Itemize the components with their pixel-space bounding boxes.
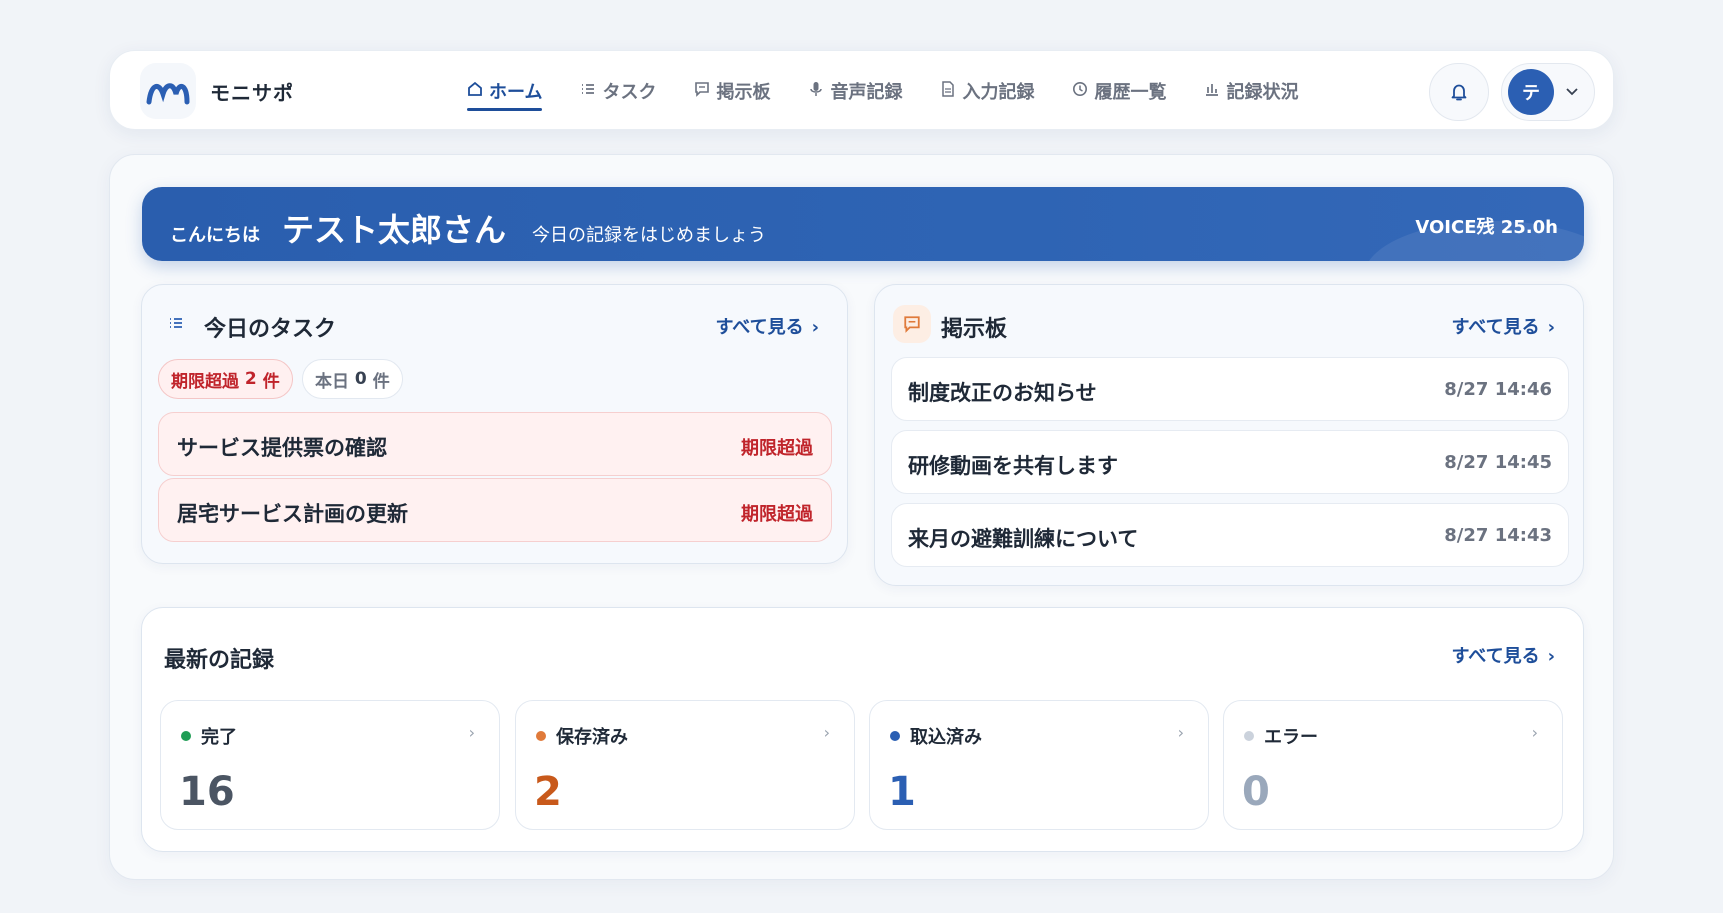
stat-label: エラー xyxy=(1264,727,1318,748)
stat-value: 16 xyxy=(179,769,235,815)
chevron-right-icon: › xyxy=(1547,646,1555,667)
task-status: 期限超過 xyxy=(741,504,813,525)
status-dot xyxy=(536,731,546,741)
nav-item-label: 音声記録 xyxy=(830,82,903,103)
task-title: 居宅サービス計画の更新 xyxy=(177,502,408,526)
card-title: 最新の記録 xyxy=(164,648,275,673)
badge-unit: 件 xyxy=(262,371,280,392)
notifications-button[interactable] xyxy=(1429,63,1489,121)
stat-card-imported[interactable]: 取込済み › 1 xyxy=(869,700,1209,830)
mic-icon xyxy=(808,81,824,101)
board-see-all-link[interactable]: すべて見る › xyxy=(1452,313,1555,339)
chevron-down-icon xyxy=(1566,84,1578,100)
top-navigation-bar: モニサポ ホーム タスク 掲示板 音声記録 入力記録 履歴一覧 記録状況 テ xyxy=(109,50,1614,130)
stat-value: 1 xyxy=(888,769,916,815)
today-tasks-card: 今日のタスク すべて見る › 期限超過 2 件 本日 0 件 サービス提供票の確認… xyxy=(141,284,848,564)
nav-item-voice-record[interactable]: 音声記録 xyxy=(808,51,902,131)
post-date: 8/27 14:45 xyxy=(1444,452,1552,473)
post-title: 来月の避難訓練について xyxy=(908,527,1139,551)
post-date: 8/27 14:46 xyxy=(1444,379,1552,400)
post-item[interactable]: 制度改正のお知らせ 8/27 14:46 xyxy=(891,357,1569,421)
see-all-label: すべて見る xyxy=(1451,317,1540,338)
greeting-text: こんにちは xyxy=(170,225,260,246)
nav-item-label: 掲示板 xyxy=(716,82,771,103)
app-name: モニサポ xyxy=(210,81,294,105)
nav-item-label: 入力記録 xyxy=(962,82,1035,103)
stat-card-completed[interactable]: 完了 › 16 xyxy=(160,700,500,830)
nav-item-record-status[interactable]: 記録状況 xyxy=(1204,51,1298,131)
greeting-subtitle: 今日の記録をはじめましょう xyxy=(532,225,766,246)
greeting-banner: こんにちは テスト太郎さん 今日の記録をはじめましょう VOICE残 25.0h xyxy=(142,187,1584,261)
task-item[interactable]: サービス提供票の確認 期限超過 xyxy=(158,412,832,476)
status-dot xyxy=(181,731,191,741)
badge-count: 2 xyxy=(244,369,257,389)
nav-item-label: 記録状況 xyxy=(1226,82,1299,103)
chevron-right-icon: › xyxy=(811,317,819,338)
nav-item-label: ホーム xyxy=(489,82,543,103)
status-dot xyxy=(890,731,900,741)
stat-card-error[interactable]: エラー › 0 xyxy=(1223,700,1563,830)
bulletin-board-card: 掲示板 すべて見る › 制度改正のお知らせ 8/27 14:46 研修動画を共有し… xyxy=(874,284,1584,586)
chevron-right-icon: › xyxy=(468,723,475,742)
card-title: 今日のタスク xyxy=(204,317,337,342)
nav-item-history[interactable]: 履歴一覧 xyxy=(1072,51,1166,131)
badge-label: 期限超過 xyxy=(171,371,239,392)
stat-label: 保存済み xyxy=(556,727,628,748)
card-title: 掲示板 xyxy=(941,317,1008,342)
app-logo[interactable] xyxy=(140,63,196,119)
task-status: 期限超過 xyxy=(741,438,813,459)
nav-item-label: タスク xyxy=(602,82,657,103)
bell-icon xyxy=(1451,84,1467,101)
overdue-filter-badge[interactable]: 期限超過 2 件 xyxy=(158,359,293,399)
see-all-label: すべて見る xyxy=(715,317,804,338)
list-icon xyxy=(580,81,596,101)
post-title: 制度改正のお知らせ xyxy=(908,381,1097,405)
chevron-right-icon: › xyxy=(1547,317,1555,338)
status-dot xyxy=(1244,731,1254,741)
post-title: 研修動画を共有します xyxy=(908,454,1118,478)
nav-item-board[interactable]: 掲示板 xyxy=(694,51,770,131)
dashboard-panel: こんにちは テスト太郎さん 今日の記録をはじめましょう VOICE残 25.0h… xyxy=(109,154,1614,880)
stat-card-saved[interactable]: 保存済み › 2 xyxy=(515,700,855,830)
home-icon xyxy=(467,81,483,101)
latest-records-card: 最新の記録 すべて見る › 完了 › 16 保存済み › 2 取込済み › 1 エ… xyxy=(141,607,1584,852)
chevron-right-icon: › xyxy=(823,723,830,742)
message-icon xyxy=(893,305,931,343)
chevron-right-icon: › xyxy=(1177,723,1184,742)
stat-label: 完了 xyxy=(201,727,237,748)
user-name: テスト太郎さん xyxy=(282,211,507,249)
records-see-all-link[interactable]: すべて見る › xyxy=(1452,642,1555,668)
stat-value: 0 xyxy=(1242,769,1270,815)
today-filter-badge[interactable]: 本日 0 件 xyxy=(302,359,403,399)
nav-item-label: 履歴一覧 xyxy=(1094,82,1167,103)
task-title: サービス提供票の確認 xyxy=(177,436,387,460)
badge-label: 本日 xyxy=(315,371,349,392)
user-menu-button[interactable]: テ xyxy=(1501,63,1595,121)
post-date: 8/27 14:43 xyxy=(1444,525,1552,546)
tasks-see-all-link[interactable]: すべて見る › xyxy=(716,313,819,339)
clock-icon xyxy=(1072,81,1088,101)
logo-m-icon xyxy=(146,83,190,105)
voice-remaining: VOICE残 25.0h xyxy=(1415,217,1558,238)
badge-count: 0 xyxy=(354,369,367,389)
nav-item-home[interactable]: ホーム xyxy=(467,51,543,131)
chevron-right-icon: › xyxy=(1531,723,1538,742)
list-icon xyxy=(168,315,184,335)
main-nav: ホーム タスク 掲示板 音声記録 入力記録 履歴一覧 記録状況 xyxy=(467,51,1336,131)
chart-icon xyxy=(1204,81,1220,101)
avatar: テ xyxy=(1508,69,1554,115)
post-item[interactable]: 研修動画を共有します 8/27 14:45 xyxy=(891,430,1569,494)
badge-unit: 件 xyxy=(372,371,390,392)
stat-value: 2 xyxy=(534,769,562,815)
message-icon xyxy=(694,81,710,101)
nav-item-input-record[interactable]: 入力記録 xyxy=(940,51,1034,131)
stat-label: 取込済み xyxy=(910,727,982,748)
document-icon xyxy=(940,81,956,101)
task-item[interactable]: 居宅サービス計画の更新 期限超過 xyxy=(158,478,832,542)
nav-item-tasks[interactable]: タスク xyxy=(580,51,656,131)
see-all-label: すべて見る xyxy=(1451,646,1540,667)
post-item[interactable]: 来月の避難訓練について 8/27 14:43 xyxy=(891,503,1569,567)
